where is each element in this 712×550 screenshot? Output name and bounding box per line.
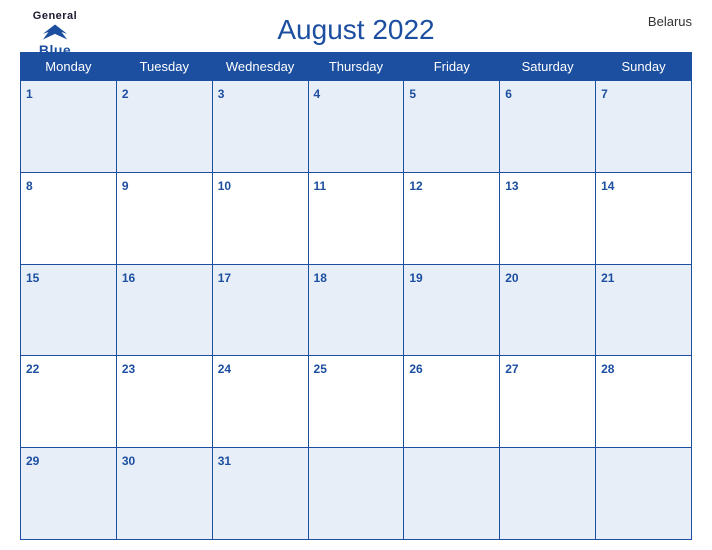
day-number: 23 <box>122 362 135 376</box>
calendar-day-cell: 28 <box>596 356 692 448</box>
calendar-day-cell: 31 <box>212 448 308 540</box>
calendar-day-cell: 10 <box>212 172 308 264</box>
calendar-day-cell: 20 <box>500 264 596 356</box>
calendar-day-cell: 3 <box>212 81 308 173</box>
day-number: 29 <box>26 454 39 468</box>
calendar-day-cell: 25 <box>308 356 404 448</box>
day-number: 5 <box>409 87 416 101</box>
logo-general: General <box>33 10 77 22</box>
calendar-day-cell <box>500 448 596 540</box>
calendar-week-row: 1 2 3 4 5 6 7 <box>21 81 692 173</box>
day-number: 9 <box>122 179 129 193</box>
weekday-header-friday: Friday <box>404 53 500 81</box>
calendar-day-cell: 1 <box>21 81 117 173</box>
day-number: 27 <box>505 362 518 376</box>
calendar-table: MondayTuesdayWednesdayThursdayFridaySatu… <box>20 52 692 540</box>
weekday-header-sunday: Sunday <box>596 53 692 81</box>
calendar-day-cell: 15 <box>21 264 117 356</box>
day-number: 8 <box>26 179 33 193</box>
day-number: 14 <box>601 179 614 193</box>
day-number: 19 <box>409 271 422 285</box>
calendar-week-row: 15 16 17 18 19 20 21 <box>21 264 692 356</box>
day-number: 6 <box>505 87 512 101</box>
day-number: 20 <box>505 271 518 285</box>
day-number: 16 <box>122 271 135 285</box>
day-number: 12 <box>409 179 422 193</box>
calendar-day-cell: 19 <box>404 264 500 356</box>
calendar-day-cell <box>308 448 404 540</box>
day-number: 25 <box>314 362 327 376</box>
calendar-day-cell: 24 <box>212 356 308 448</box>
calendar-day-cell: 21 <box>596 264 692 356</box>
calendar-day-cell <box>596 448 692 540</box>
weekday-header-tuesday: Tuesday <box>116 53 212 81</box>
calendar-week-row: 8 9 10 11 12 13 14 <box>21 172 692 264</box>
day-number: 30 <box>122 454 135 468</box>
day-number: 3 <box>218 87 225 101</box>
weekday-header-row: MondayTuesdayWednesdayThursdayFridaySatu… <box>21 53 692 81</box>
weekday-header-thursday: Thursday <box>308 53 404 81</box>
calendar-day-cell: 11 <box>308 172 404 264</box>
day-number: 24 <box>218 362 231 376</box>
day-number: 13 <box>505 179 518 193</box>
calendar-day-cell: 14 <box>596 172 692 264</box>
day-number: 28 <box>601 362 614 376</box>
day-number: 26 <box>409 362 422 376</box>
day-number: 17 <box>218 271 231 285</box>
calendar-week-row: 29 30 31 <box>21 448 692 540</box>
calendar-header: General Blue August 2022 Belarus <box>20 10 692 46</box>
calendar-day-cell: 5 <box>404 81 500 173</box>
calendar-day-cell: 9 <box>116 172 212 264</box>
day-number: 1 <box>26 87 33 101</box>
day-number: 4 <box>314 87 321 101</box>
day-number: 22 <box>26 362 39 376</box>
day-number: 21 <box>601 271 614 285</box>
day-number: 11 <box>314 179 327 193</box>
calendar-day-cell: 12 <box>404 172 500 264</box>
weekday-header-saturday: Saturday <box>500 53 596 81</box>
calendar-day-cell: 18 <box>308 264 404 356</box>
calendar-day-cell: 16 <box>116 264 212 356</box>
day-number: 18 <box>314 271 327 285</box>
calendar-day-cell: 30 <box>116 448 212 540</box>
weekday-header-wednesday: Wednesday <box>212 53 308 81</box>
calendar-day-cell: 2 <box>116 81 212 173</box>
calendar-day-cell: 22 <box>21 356 117 448</box>
calendar-week-row: 22 23 24 25 26 27 28 <box>21 356 692 448</box>
calendar-day-cell: 29 <box>21 448 117 540</box>
country-label: Belarus <box>648 14 692 29</box>
calendar-day-cell: 26 <box>404 356 500 448</box>
calendar-day-cell: 13 <box>500 172 596 264</box>
logo: General Blue <box>20 10 90 58</box>
calendar-day-cell: 7 <box>596 81 692 173</box>
calendar-day-cell: 8 <box>21 172 117 264</box>
day-number: 15 <box>26 271 39 285</box>
logo-bird-icon <box>41 22 69 42</box>
calendar-day-cell: 23 <box>116 356 212 448</box>
day-number: 31 <box>218 454 231 468</box>
day-number: 7 <box>601 87 608 101</box>
logo-blue: Blue <box>39 42 71 58</box>
calendar-day-cell: 4 <box>308 81 404 173</box>
calendar-day-cell <box>404 448 500 540</box>
calendar-day-cell: 17 <box>212 264 308 356</box>
calendar-day-cell: 27 <box>500 356 596 448</box>
calendar-title: August 2022 <box>277 14 434 46</box>
calendar-day-cell: 6 <box>500 81 596 173</box>
day-number: 10 <box>218 179 231 193</box>
day-number: 2 <box>122 87 129 101</box>
